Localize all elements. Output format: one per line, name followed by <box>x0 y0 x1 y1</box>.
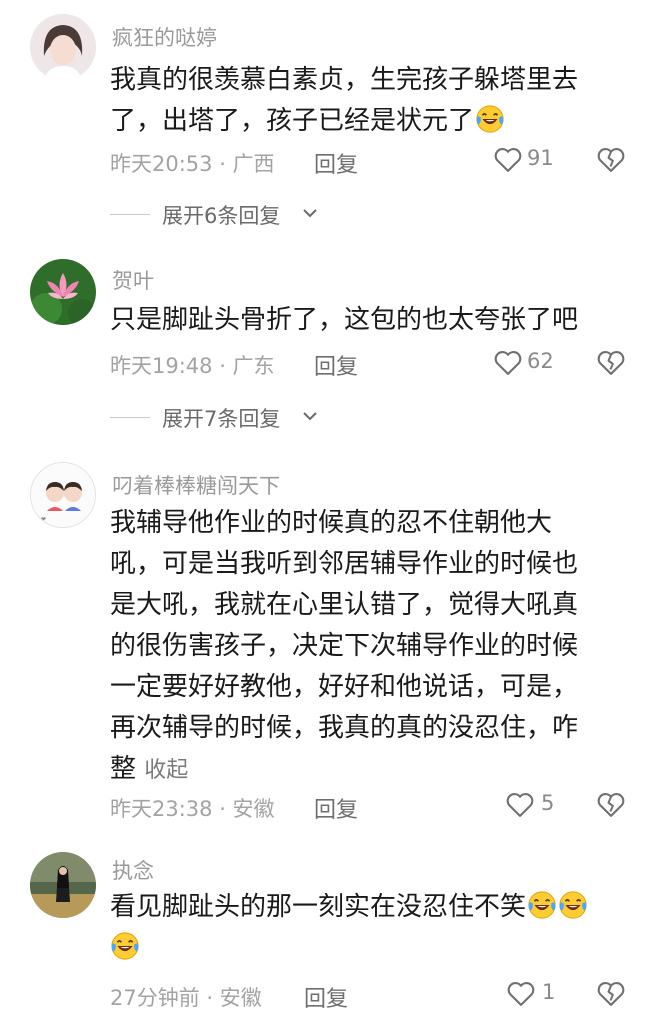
timestamp-location: 27分钟前 · 安徽 <box>110 986 262 1010</box>
comment-text-line-last: 整 收起 <box>110 749 615 791</box>
comment-text: 看见脚趾头的那一刻实在没忍住不笑 <box>110 887 615 969</box>
comment-text-line: 看见脚趾头的那一刻实在没忍住不笑 <box>110 892 527 922</box>
svg-text:❤: ❤ <box>41 516 46 523</box>
avatar[interactable]: ❤ <box>30 462 96 528</box>
like-count: 5 <box>541 791 555 815</box>
collapse-button[interactable]: 收起 <box>144 758 188 783</box>
comment-text-line: 的很伤害孩子，决定下次辅导作业的时候 <box>110 631 579 661</box>
timestamp-location: 昨天23:38 · 安徽 <box>110 797 275 821</box>
comment-text: 只是脚趾头骨折了，这包的也太夸张了吧 <box>110 300 615 341</box>
broken-heart-icon[interactable] <box>596 348 626 376</box>
like-button[interactable]: 91 <box>493 145 563 175</box>
reply-button[interactable]: 回复 <box>314 349 358 381</box>
like-button[interactable]: 1 <box>506 979 566 1009</box>
username[interactable]: 执念 <box>112 855 154 885</box>
heart-outline-icon <box>494 148 522 172</box>
comment-text-line: 是大吼，我就在心里认错了，觉得大吼真 <box>110 590 579 620</box>
heart-outline-icon <box>494 351 522 375</box>
broken-heart-icon[interactable] <box>596 979 626 1007</box>
expand-replies-label: 展开6条回复 <box>162 204 281 228</box>
like-button[interactable]: 62 <box>493 348 563 378</box>
divider <box>110 214 150 215</box>
laughing-tears-emoji-icon <box>558 890 588 920</box>
heart-outline-icon <box>507 982 535 1006</box>
broken-heart-icon[interactable] <box>596 790 626 818</box>
comment-text-line: 一定要好好教他，好好和他说话，可是， <box>110 672 579 702</box>
avatar[interactable] <box>30 14 96 80</box>
avatar[interactable] <box>30 259 96 325</box>
comment-text-line: 了，出塔了，孩子已经是状元了 <box>110 106 475 136</box>
comment-text-line-with-emoji: 了，出塔了，孩子已经是状元了 <box>110 101 615 142</box>
laughing-tears-emoji-icon <box>110 931 140 961</box>
comment-text-line-with-emoji: 看见脚趾头的那一刻实在没忍住不笑 <box>110 887 615 928</box>
divider <box>110 417 150 418</box>
broken-heart-icon[interactable] <box>596 145 626 173</box>
reply-button[interactable]: 回复 <box>314 147 358 179</box>
username[interactable]: 贺叶 <box>112 265 154 295</box>
laughing-tears-emoji-icon <box>475 104 505 134</box>
like-button[interactable]: 5 <box>505 790 565 820</box>
expand-replies-button[interactable]: 展开6条回复 <box>110 200 330 230</box>
heart-outline-icon <box>506 793 534 817</box>
expand-replies-label: 展开7条回复 <box>162 407 281 431</box>
timestamp-location: 昨天20:53 · 广西 <box>110 152 275 176</box>
like-count: 91 <box>527 146 554 170</box>
comment-text-line: 再次辅导的时候，我真的真的没忍住，咋 <box>110 713 579 743</box>
username[interactable]: 叼着棒棒糖闯天下 <box>112 470 280 500</box>
reply-button[interactable]: 回复 <box>314 792 358 824</box>
timestamp-location: 昨天19:48 · 广东 <box>110 354 275 378</box>
comment-text-line: 我辅导他作业的时候真的忍不住朝他大 <box>110 508 553 538</box>
comment-text-line: 吼，可是当我听到邻居辅导作业的时候也 <box>110 549 579 579</box>
username[interactable]: 疯狂的哒婷 <box>112 22 217 52</box>
comment-text-line-emoji-row <box>110 928 615 969</box>
expand-replies-button[interactable]: 展开7条回复 <box>110 403 330 433</box>
comment-text: 我真的很羡慕白素贞，生完孩子躲塔里去 了，出塔了，孩子已经是状元了 <box>110 60 615 142</box>
like-count: 62 <box>527 349 554 373</box>
chevron-down-icon <box>303 412 317 421</box>
avatar[interactable] <box>30 852 96 918</box>
reply-button[interactable]: 回复 <box>304 981 348 1013</box>
chevron-down-icon <box>303 209 317 218</box>
comment-text-line: 整 <box>110 754 137 784</box>
comment-text-line: 只是脚趾头骨折了，这包的也太夸张了吧 <box>110 305 579 335</box>
comment-text-line: 我真的很羡慕白素贞，生完孩子躲塔里去 <box>110 65 579 95</box>
comment-text: 我辅导他作业的时候真的忍不住朝他大 吼，可是当我听到邻居辅导作业的时候也 是大吼… <box>110 503 615 791</box>
laughing-tears-emoji-icon <box>527 890 557 920</box>
like-count: 1 <box>542 980 556 1004</box>
